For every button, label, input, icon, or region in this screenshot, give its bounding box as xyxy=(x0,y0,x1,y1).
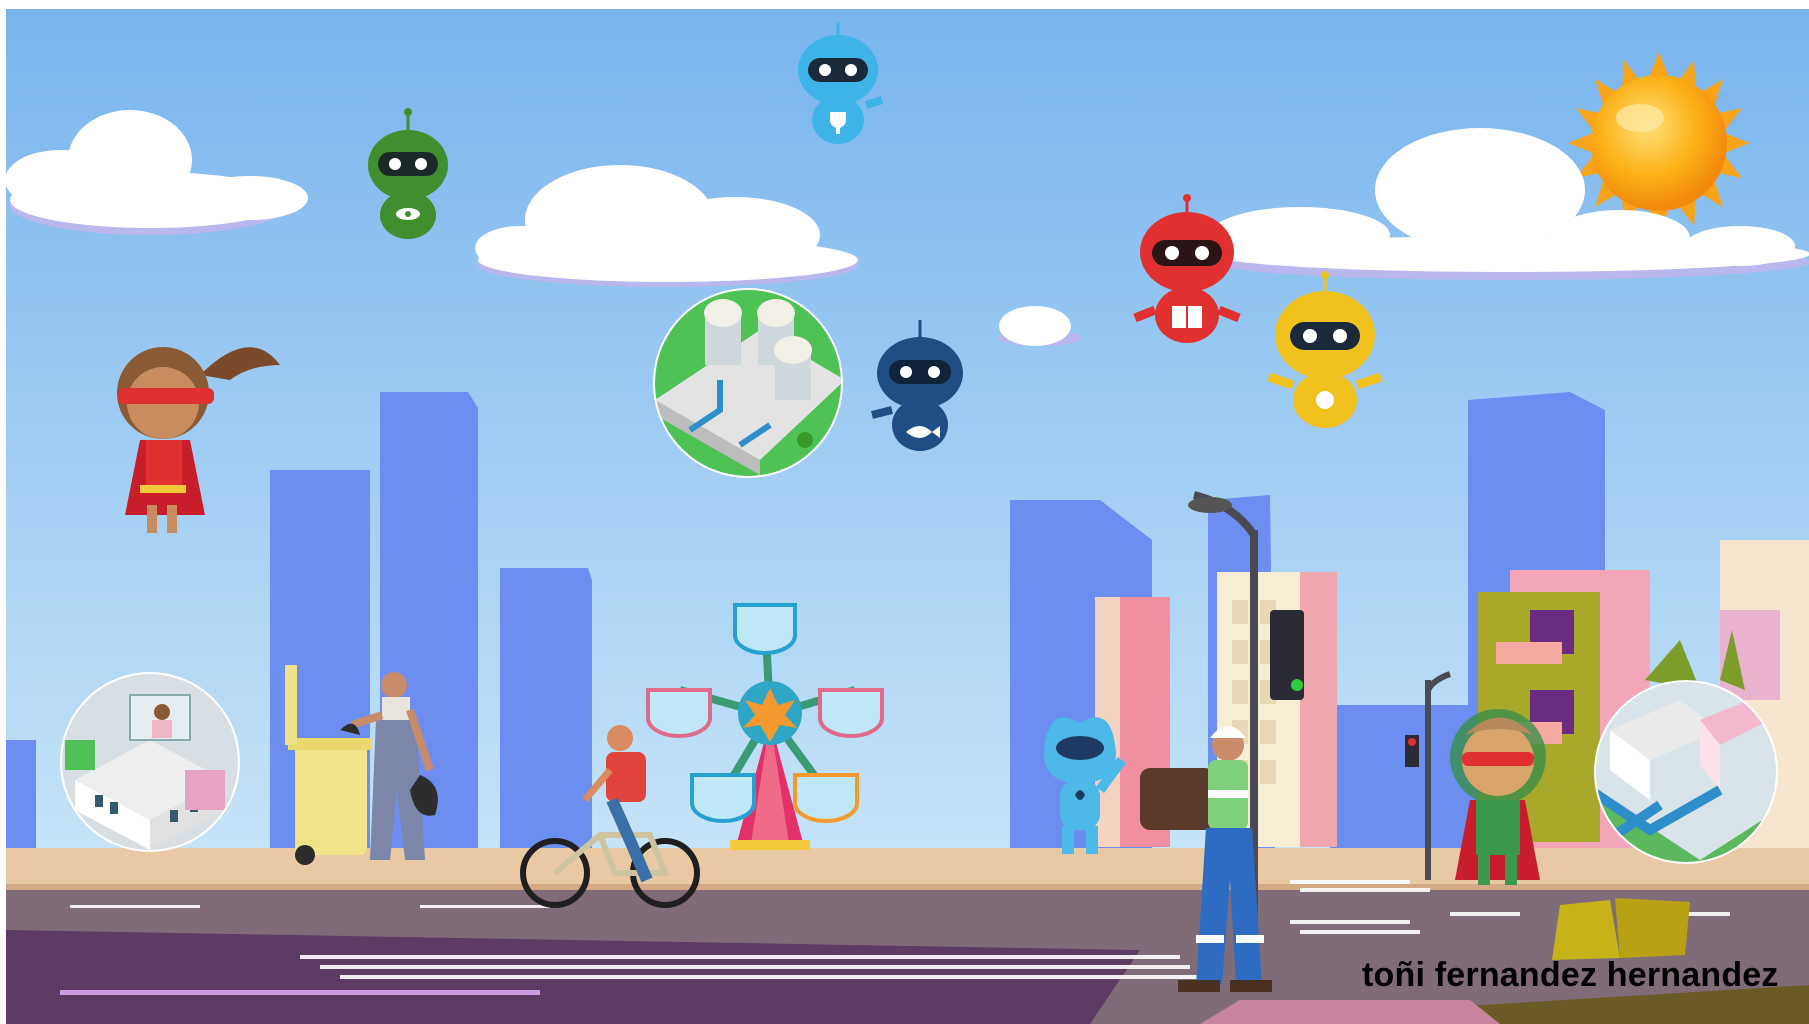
city-illustration xyxy=(0,0,1809,1024)
sun-icon xyxy=(1568,52,1750,234)
sidewalk xyxy=(6,848,1809,888)
sun-badge-icon xyxy=(1316,391,1334,409)
road-barriers xyxy=(1552,898,1690,960)
teleworking-home-medallion xyxy=(60,672,240,852)
city-scene: toñi fernandez hernandez xyxy=(0,0,1809,1024)
author-credit: toñi fernandez hernandez xyxy=(1362,956,1779,994)
